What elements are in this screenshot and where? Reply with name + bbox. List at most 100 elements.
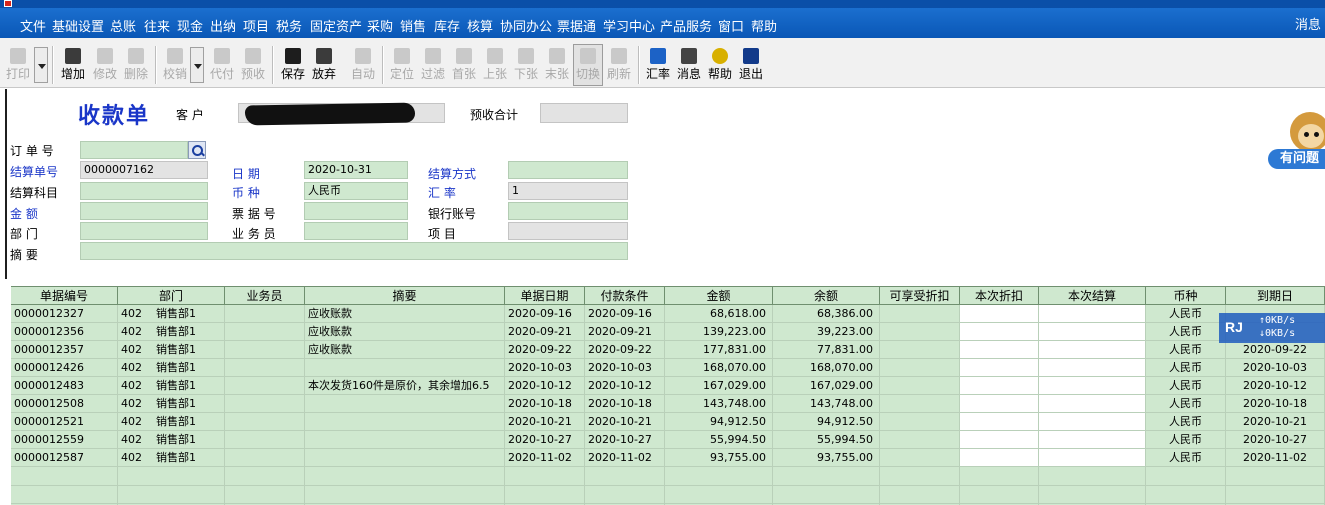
menu-window[interactable]: 窗口	[718, 16, 744, 35]
col-current-discount-cell[interactable]	[960, 341, 1039, 359]
settle-method-field[interactable]	[508, 161, 628, 179]
amount-field[interactable]	[80, 202, 208, 220]
next-record-button[interactable]: 下张	[511, 45, 541, 85]
menu-product-service[interactable]: 产品服务	[660, 16, 712, 35]
menu-tax[interactable]: 税务	[276, 16, 302, 35]
summary-field[interactable]	[80, 242, 628, 260]
menu-cashier[interactable]: 出纳	[210, 16, 236, 35]
col-current-settlement-cell[interactable]	[1039, 359, 1146, 377]
col-current-discount-cell[interactable]	[960, 395, 1039, 413]
menu-project[interactable]: 项目	[243, 16, 269, 35]
col-summary-header[interactable]: 摘要	[305, 287, 505, 305]
verify-dropdown-button[interactable]	[190, 47, 204, 83]
col-current-settlement-cell[interactable]	[1039, 377, 1146, 395]
refresh-button[interactable]: 刷新	[604, 45, 634, 85]
filter-button[interactable]: 过滤	[418, 45, 448, 85]
col-current-settlement-cell[interactable]	[1039, 305, 1146, 323]
previous-record-button[interactable]: 上张	[480, 45, 510, 85]
col-due-date-header[interactable]: 到期日	[1226, 287, 1325, 305]
salesman-field[interactable]	[304, 222, 408, 240]
menu-inventory[interactable]: 库存	[434, 16, 460, 35]
table-row[interactable]: 0000012508 402 销售部1 2020-10-18 2020-10-18 143…	[11, 395, 1325, 413]
print-button[interactable]: 打印	[3, 45, 33, 85]
help-button[interactable]: 帮助	[705, 45, 735, 85]
col-amount-header[interactable]: 金额	[665, 287, 773, 305]
add-button[interactable]: 增加	[58, 45, 88, 85]
table-row[interactable]: 0000012327 402 销售部1 应收账款 2020-09-16 2020-09-1…	[11, 305, 1325, 323]
col-doc-date-header[interactable]: 单据日期	[505, 287, 585, 305]
menu-basic-settings[interactable]: 基础设置	[52, 16, 104, 35]
bill-no-field[interactable]	[304, 202, 408, 220]
col-current-discount-cell[interactable]	[960, 377, 1039, 395]
table-row[interactable]: 0000012357 402 销售部1 应收账款 2020-09-22 2020-09-2…	[11, 341, 1325, 359]
help-question-button[interactable]: 有问题	[1268, 149, 1325, 169]
menu-file[interactable]: 文件	[20, 16, 46, 35]
table-row[interactable]: 0000012587 402 销售部1 2020-11-02 2020-11-02 93,…	[11, 449, 1325, 467]
menu-accounting[interactable]: 核算	[467, 16, 493, 35]
department-field[interactable]	[80, 222, 208, 240]
verify-button[interactable]: 校销	[160, 45, 190, 85]
col-current-settlement-header[interactable]: 本次结算	[1039, 287, 1146, 305]
col-salesman-header[interactable]: 业务员	[225, 287, 305, 305]
col-current-discount-cell[interactable]	[960, 305, 1039, 323]
menu-messages[interactable]: 消息	[1295, 14, 1321, 33]
menu-purchase[interactable]: 采购	[367, 16, 393, 35]
menu-receivables[interactable]: 往来	[144, 16, 170, 35]
menu-cash[interactable]: 现金	[177, 16, 203, 35]
table-row[interactable]: 0000012559 402 销售部1 2020-10-27 2020-10-27 55,…	[11, 431, 1325, 449]
date-field[interactable]: 2020-10-31	[304, 161, 408, 179]
menu-collab-office[interactable]: 协同办公	[500, 16, 552, 35]
table-row[interactable]: 0000012426 402 销售部1 2020-10-03 2020-10-03 168…	[11, 359, 1325, 377]
col-current-settlement-cell[interactable]	[1039, 323, 1146, 341]
menu-sales[interactable]: 销售	[400, 16, 426, 35]
col-current-discount-cell[interactable]	[960, 359, 1039, 377]
col-balance-header[interactable]: 余额	[773, 287, 880, 305]
col-current-settlement-cell[interactable]	[1039, 431, 1146, 449]
col-current-discount-header[interactable]: 本次折扣	[960, 287, 1039, 305]
menu-general-ledger[interactable]: 总账	[110, 16, 136, 35]
first-record-button[interactable]: 首张	[449, 45, 479, 85]
order-no-field[interactable]	[80, 141, 188, 159]
last-record-button[interactable]: 末张	[542, 45, 572, 85]
exit-button[interactable]: 退出	[736, 45, 766, 85]
bank-account-field[interactable]	[508, 202, 628, 220]
menu-learning-center[interactable]: 学习中心	[603, 16, 655, 35]
col-doc-no-header[interactable]: 单据编号	[11, 287, 118, 305]
menu-fixed-assets[interactable]: 固定资产	[310, 16, 362, 35]
menu-bill-center[interactable]: 票据通	[557, 16, 596, 35]
col-current-discount-cell[interactable]	[960, 323, 1039, 341]
col-current-settlement-cell[interactable]	[1039, 413, 1146, 431]
auto-button[interactable]: 自动	[348, 45, 378, 85]
print-dropdown-button[interactable]	[34, 47, 48, 83]
col-current-discount-cell[interactable]	[960, 431, 1039, 449]
col-payment-terms-header[interactable]: 付款条件	[585, 287, 665, 305]
assistant-mascot[interactable]	[1290, 112, 1325, 152]
locate-button[interactable]: 定位	[387, 45, 417, 85]
table-row[interactable]: 0000012356 402 销售部1 应收账款 2020-09-21 2020-09-2…	[11, 323, 1325, 341]
proxy-pay-button[interactable]: 代付	[207, 45, 237, 85]
col-current-discount-cell[interactable]	[960, 413, 1039, 431]
settle-subject-field[interactable]	[80, 182, 208, 200]
search-icon[interactable]	[188, 141, 206, 159]
switch-button[interactable]: 切换	[573, 44, 603, 86]
message-button[interactable]: 消息	[674, 45, 704, 85]
exchange-rate-field[interactable]: 1	[508, 182, 628, 200]
col-current-discount-cell[interactable]	[960, 449, 1039, 467]
table-row[interactable]: 0000012483 402 销售部1 本次发货160件是原价，其余增加6.5 2020…	[11, 377, 1325, 395]
col-current-settlement-cell[interactable]	[1039, 341, 1146, 359]
menu-help[interactable]: 帮助	[751, 16, 777, 35]
edit-button[interactable]: 修改	[90, 45, 120, 85]
save-button[interactable]: 保存	[278, 45, 308, 85]
table-row[interactable]: 0000012521 402 销售部1 2020-10-21 2020-10-21 94,…	[11, 413, 1325, 431]
exchange-rate-button[interactable]: 汇率	[643, 45, 673, 85]
project-field[interactable]	[508, 222, 628, 240]
currency-field[interactable]: 人民币	[304, 182, 408, 200]
col-available-discount-header[interactable]: 可享受折扣	[880, 287, 960, 305]
prepay-button[interactable]: 预收	[238, 45, 268, 85]
settle-no-field[interactable]: 0000007162	[80, 161, 208, 179]
col-currency-header[interactable]: 币种	[1146, 287, 1226, 305]
col-current-settlement-cell[interactable]	[1039, 449, 1146, 467]
col-department-header[interactable]: 部门	[118, 287, 225, 305]
col-current-settlement-cell[interactable]	[1039, 395, 1146, 413]
delete-button[interactable]: 删除	[121, 45, 151, 85]
